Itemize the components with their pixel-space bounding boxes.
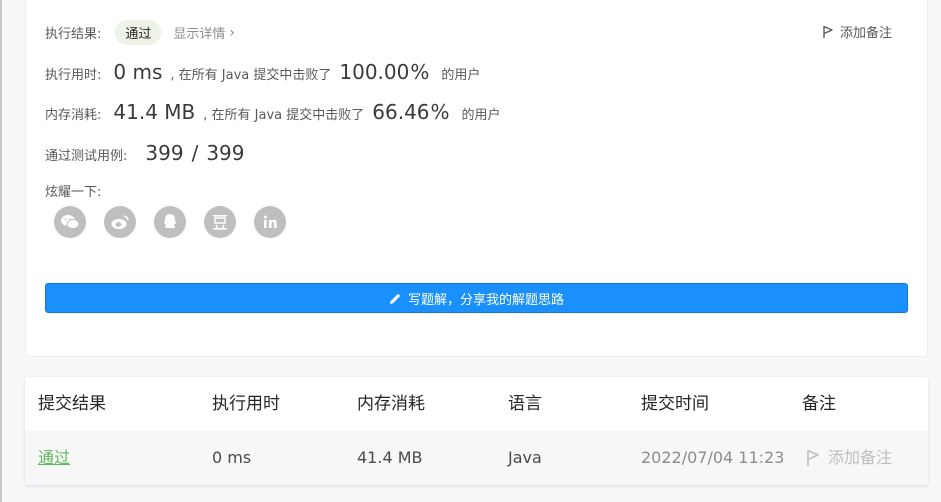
memory-beat-text: , 在所有 Java 提交中击败了 xyxy=(203,108,365,123)
header-memory: 内存消耗 xyxy=(357,394,425,414)
weibo-glyph xyxy=(111,215,129,229)
runtime-row: 执行用时: 0 ms , 在所有 Java 提交中击败了 100.00 % 的用… xyxy=(45,60,480,84)
testcases-separator: / xyxy=(191,141,199,165)
pencil-icon xyxy=(389,293,401,304)
row-language: Java xyxy=(508,448,542,467)
testcases-label: 通过测试用例: xyxy=(45,149,128,164)
submissions-table: 提交结果 执行用时 内存消耗 语言 提交时间 备注 通过 0 ms 41.4 M… xyxy=(25,377,928,485)
share-icons xyxy=(54,206,304,238)
pass-badge: 通过 xyxy=(115,20,162,45)
row-result-link[interactable]: 通过 xyxy=(38,431,70,485)
runtime-percentile: 100.00 xyxy=(339,60,410,84)
show-details-label: 显示详情 xyxy=(173,27,226,42)
memory-label: 内存消耗: xyxy=(45,108,102,123)
add-note-button[interactable]: 添加备注 xyxy=(822,22,892,41)
testcases-passed: 399 xyxy=(145,141,184,165)
header-runtime: 执行用时 xyxy=(212,394,280,414)
write-solution-label: 写题解，分享我的解题思路 xyxy=(407,292,564,308)
row-runtime: 0 ms xyxy=(212,448,252,467)
result-label: 执行结果: xyxy=(45,27,102,42)
chevron-right-icon: › xyxy=(229,24,236,41)
row-add-note-label: 添加备注 xyxy=(828,448,893,467)
header-submit-time: 提交时间 xyxy=(641,394,709,414)
douban-icon[interactable] xyxy=(204,206,236,238)
linkedin-glyph xyxy=(263,215,277,228)
row-add-note-button[interactable]: 添加备注 xyxy=(806,431,892,485)
testcases-total: 399 xyxy=(206,141,245,165)
qq-glyph xyxy=(164,214,176,228)
row-memory: 41.4 MB xyxy=(357,448,423,467)
memory-percentile: 66.46 xyxy=(372,100,430,124)
header-note: 备注 xyxy=(802,394,836,414)
header-result: 提交结果 xyxy=(38,394,106,414)
runtime-users-suffix: 的用户 xyxy=(441,68,481,83)
runtime-percent-sign: % xyxy=(410,60,430,84)
row-submit-time: 2022/07/04 11:23 xyxy=(641,448,785,467)
memory-users-suffix: 的用户 xyxy=(461,108,501,123)
flag-icon xyxy=(823,25,833,38)
show-details-link[interactable]: 显示详情 › xyxy=(173,23,236,43)
wechat-glyph xyxy=(61,215,80,230)
qq-icon[interactable] xyxy=(154,206,186,238)
memory-value: 41.4 MB xyxy=(113,100,196,124)
result-row: 执行结果: 通过 显示详情 › xyxy=(45,20,235,45)
weibo-icon[interactable] xyxy=(104,206,136,238)
share-row: 炫耀一下: xyxy=(45,181,101,200)
table-row: 通过 0 ms 41.4 MB Java 2022/07/04 11:23 添加… xyxy=(25,431,928,485)
memory-percent-sign: % xyxy=(430,100,450,124)
douban-glyph xyxy=(213,215,227,230)
header-language: 语言 xyxy=(508,394,542,414)
runtime-label: 执行用时: xyxy=(45,68,102,83)
wechat-icon[interactable] xyxy=(54,206,86,238)
add-note-label: 添加备注 xyxy=(839,26,892,41)
submission-result-card: 执行结果: 通过 显示详情 › 添加备注 执行用时: 0 ms , 在所有 Ja… xyxy=(25,0,928,357)
memory-row: 内存消耗: 41.4 MB , 在所有 Java 提交中击败了 66.46 % … xyxy=(45,100,501,124)
write-solution-button[interactable]: 写题解，分享我的解题思路 xyxy=(45,283,908,313)
left-border xyxy=(0,0,2,502)
runtime-value: 0 ms xyxy=(113,60,163,84)
share-label: 炫耀一下: xyxy=(45,185,102,200)
table-header: 提交结果 执行用时 内存消耗 语言 提交时间 备注 xyxy=(25,377,928,431)
linkedin-icon[interactable] xyxy=(254,206,286,238)
flag-icon xyxy=(807,449,819,466)
testcases-row: 通过测试用例: 399 / 399 xyxy=(45,141,245,165)
runtime-beat-text: , 在所有 Java 提交中击败了 xyxy=(170,68,332,83)
